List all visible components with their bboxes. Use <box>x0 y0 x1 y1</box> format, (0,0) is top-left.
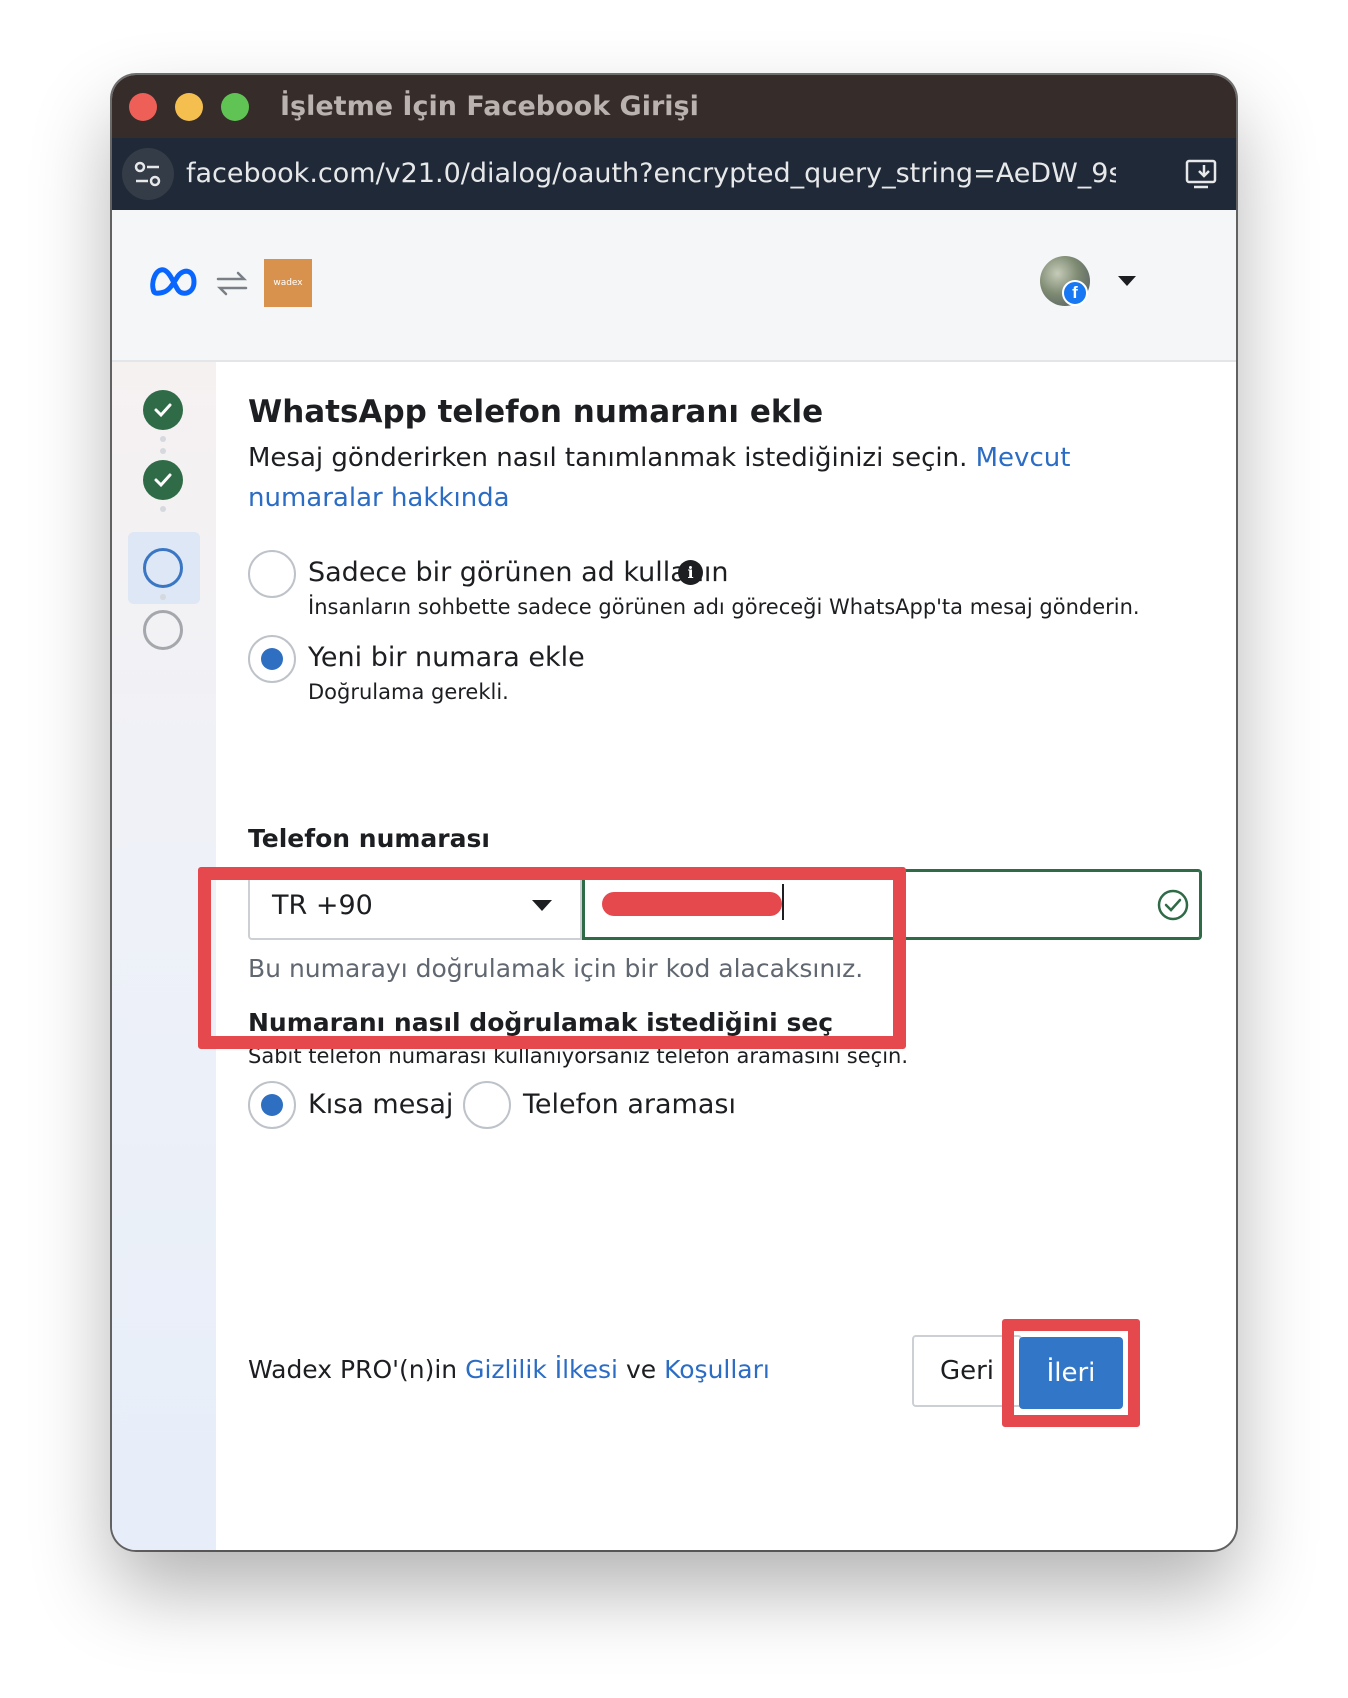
url-text[interactable]: facebook.com/v21.0/dialog/oauth?encrypte… <box>186 158 1116 189</box>
exchange-icon <box>216 271 248 296</box>
step-2-completed <box>143 460 183 500</box>
add-new-number-description: Doğrulama gerekli. <box>308 680 509 704</box>
display-name-only-label: Sadece bir görünen ad kullanın <box>308 557 729 588</box>
dialog-header: wadex f <box>112 210 1236 362</box>
footer-terms: Wadex PRO'(n)in Gizlilik İlkesi ve Koşul… <box>248 1355 770 1384</box>
phone-call-radio[interactable] <box>463 1081 511 1129</box>
sms-radio[interactable] <box>248 1081 296 1129</box>
sms-label: Kısa mesaj <box>308 1089 454 1120</box>
verify-method-highlight <box>198 867 906 1049</box>
step-4-pending <box>143 610 183 650</box>
step-connector <box>160 436 166 442</box>
step-connector <box>160 594 166 600</box>
account-menu-caret-icon[interactable] <box>1118 276 1136 286</box>
page-title: WhatsApp telefon numaranı ekle <box>248 394 824 430</box>
step-connector <box>160 448 166 454</box>
add-new-number-label: Yeni bir numara ekle <box>308 642 585 673</box>
window-title: İşletme İçin Facebook Girişi <box>280 91 699 122</box>
close-window-button[interactable] <box>129 93 157 121</box>
phone-call-label: Telefon araması <box>523 1089 736 1120</box>
app-logo: wadex <box>264 259 312 307</box>
terms-link[interactable]: Koşulları <box>664 1355 770 1384</box>
page-subtitle: Mesaj gönderirken nasıl tanımlanmak iste… <box>248 438 1198 518</box>
browser-window: İşletme İçin Facebook Girişi facebook.co… <box>112 75 1236 1550</box>
step-1-completed <box>143 390 183 430</box>
site-settings-button[interactable] <box>122 148 174 200</box>
step-3-current <box>143 548 183 588</box>
next-button[interactable]: İleri <box>1019 1337 1123 1409</box>
subtitle-text: Mesaj gönderirken nasıl tanımlanmak iste… <box>248 443 968 473</box>
footer-conjunction: ve <box>625 1355 657 1384</box>
meta-logo-icon <box>150 267 197 296</box>
tune-icon <box>134 161 161 187</box>
address-bar: facebook.com/v21.0/dialog/oauth?encrypte… <box>112 138 1236 210</box>
step-connector <box>160 506 166 512</box>
zoom-window-button[interactable] <box>221 93 249 121</box>
install-app-icon[interactable] <box>1184 156 1220 192</box>
title-bar: İşletme İçin Facebook Girişi <box>112 75 1236 138</box>
facebook-badge-icon: f <box>1062 280 1088 306</box>
phone-number-label: Telefon numarası <box>248 824 490 853</box>
check-icon <box>154 473 172 488</box>
display-name-only-radio[interactable] <box>248 550 296 598</box>
check-icon <box>154 403 172 418</box>
info-icon[interactable]: i <box>678 560 703 585</box>
display-name-only-description: İnsanların sohbette sadece görünen adı g… <box>308 595 1140 619</box>
minimize-window-button[interactable] <box>175 93 203 121</box>
footer-prefix: Wadex PRO'(n)in <box>248 1355 458 1384</box>
check-circle-icon <box>1157 889 1189 921</box>
privacy-policy-link[interactable]: Gizlilik İlkesi <box>465 1355 618 1384</box>
add-new-number-radio[interactable] <box>248 635 296 683</box>
